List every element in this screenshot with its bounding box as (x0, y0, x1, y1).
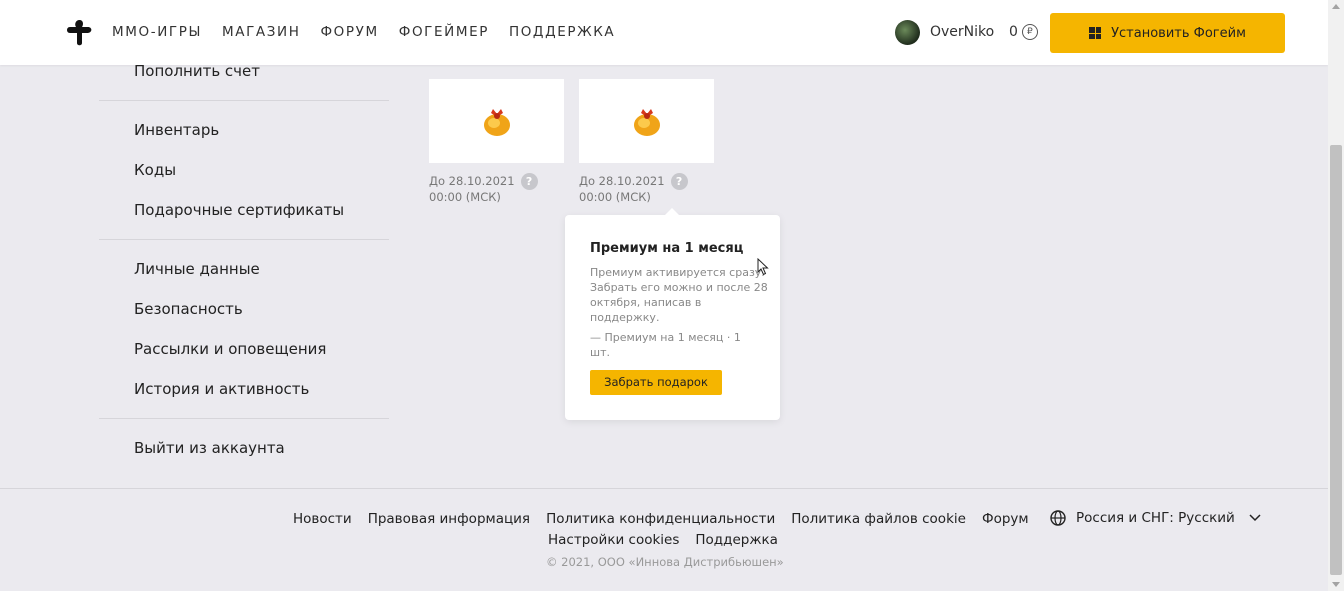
sidebar-item-notifications[interactable]: Рассылки и оповещения (134, 340, 326, 358)
popup-item: — Премиум на 1 месяц · 1 шт. (590, 331, 741, 359)
footer-links-secondary: Настройки cookies Поддержка (548, 532, 794, 548)
gift-expiry-date: До 28.10.2021 (429, 174, 515, 188)
footer-link-news[interactable]: Новости (293, 511, 352, 527)
footer-links: Новости Правовая информация Политика кон… (293, 511, 1045, 527)
popup-description: Премиум активируется сразу. Забрать его … (590, 266, 768, 324)
scroll-down-arrow-icon[interactable] (1332, 582, 1340, 587)
gift-expiry: До 28.10.2021? 00:00 (МСК) (429, 173, 538, 205)
balance[interactable]: 0 ₽ (1009, 24, 1038, 40)
copyright: © 2021, ООО «Иннова Дистрибьюшен» (546, 555, 784, 569)
sidebar-item-inventory[interactable]: Инвентарь (134, 121, 219, 139)
claim-gift-button[interactable]: Забрать подарок (590, 370, 722, 395)
nav-forum[interactable]: ФОРУМ (320, 23, 378, 41)
install-button[interactable]: Установить Фогейм (1050, 13, 1285, 53)
chevron-down-icon (1249, 514, 1261, 522)
popup-title: Премиум на 1 месяц (590, 241, 744, 256)
balance-amount: 0 (1009, 24, 1018, 40)
help-icon[interactable]: ? (670, 173, 688, 190)
gift-expiry-time: 00:00 (МСК) (579, 190, 651, 204)
gift-card[interactable] (579, 79, 714, 163)
nav-support[interactable]: ПОДДЕРЖКА (509, 23, 615, 41)
avatar[interactable] (895, 20, 920, 45)
sidebar-item-personal-data[interactable]: Личные данные (134, 260, 260, 278)
sidebar-item-gift-certificates[interactable]: Подарочные сертификаты (134, 201, 344, 219)
mouse-cursor-icon (757, 258, 769, 276)
sidebar-item-security[interactable]: Безопасность (134, 300, 243, 318)
install-button-label: Установить Фогейм (1111, 25, 1246, 41)
gift-bag-icon (483, 109, 510, 136)
sidebar-item-history[interactable]: История и активность (134, 380, 309, 398)
footer-link-cookie-policy[interactable]: Политика файлов cookie (791, 511, 966, 527)
language-selector[interactable]: Россия и СНГ: Русский (1050, 510, 1261, 526)
footer-link-support[interactable]: Поддержка (695, 532, 778, 548)
sidebar-item-logout[interactable]: Выйти из аккаунта (134, 439, 285, 457)
nav-store[interactable]: МАГАЗИН (222, 23, 300, 41)
divider (99, 418, 389, 419)
windows-icon (1089, 27, 1102, 39)
footer-link-cookie-settings[interactable]: Настройки cookies (548, 532, 679, 548)
top-header: ММО-ИГРЫ МАГАЗИН ФОРУМ ФОГЕЙМЕР ПОДДЕРЖК… (0, 0, 1328, 65)
gift-expiry-date: До 28.10.2021 (579, 174, 665, 188)
globe-icon (1050, 510, 1066, 526)
help-icon[interactable]: ? (520, 173, 538, 190)
divider (99, 239, 389, 240)
scrollbar[interactable] (1328, 0, 1344, 591)
gift-expiry-time: 00:00 (МСК) (429, 190, 501, 204)
footer-link-forum[interactable]: Форум (982, 511, 1029, 527)
nav-mmo-games[interactable]: ММО-ИГРЫ (112, 23, 202, 41)
gift-popup: Премиум на 1 месяц Премиум активируется … (565, 208, 780, 420)
sidebar-item-top-up[interactable]: Пополнить счет (134, 62, 260, 80)
footer-divider (0, 488, 1328, 489)
scroll-up-arrow-icon[interactable] (1332, 4, 1340, 9)
username[interactable]: OverNiko (930, 24, 994, 40)
sidebar-item-codes[interactable]: Коды (134, 161, 176, 179)
gift-bag-icon (633, 109, 660, 136)
scrollbar-thumb[interactable] (1330, 145, 1342, 575)
footer-link-privacy[interactable]: Политика конфиденциальности (546, 511, 775, 527)
divider (99, 100, 389, 101)
main-nav: ММО-ИГРЫ МАГАЗИН ФОРУМ ФОГЕЙМЕР ПОДДЕРЖК… (112, 23, 635, 41)
nav-fogamer[interactable]: ФОГЕЙМЕР (399, 23, 489, 41)
ruble-icon: ₽ (1021, 24, 1038, 40)
gift-card[interactable] (429, 79, 564, 163)
footer-link-legal[interactable]: Правовая информация (368, 511, 530, 527)
language-label: Россия и СНГ: Русский (1076, 510, 1235, 526)
logo-icon[interactable] (66, 19, 93, 46)
gift-expiry: До 28.10.2021? 00:00 (МСК) (579, 173, 688, 205)
